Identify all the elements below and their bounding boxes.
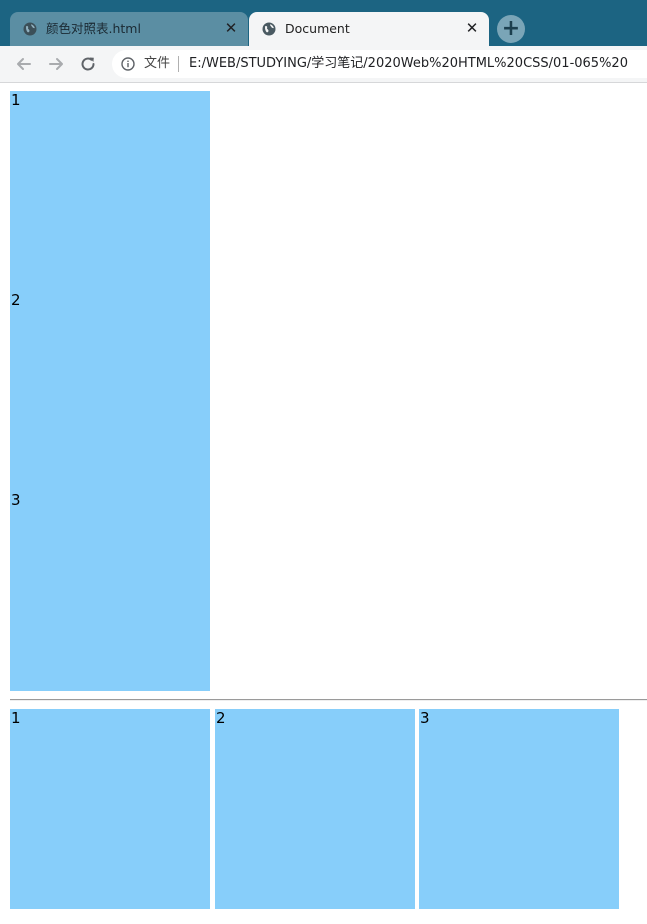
horizontal-box-3: 3 [419,709,619,909]
address-bar[interactable]: 文件 E:/WEB/STUDYING/学习笔记/2020Web%20HTML%2… [112,50,647,78]
tab-document[interactable]: Document ✕ [249,12,489,46]
vertical-box-2: 2 [10,291,210,491]
globe-icon [262,22,276,36]
tab-strip: 颜色对照表.html ✕ Document ✕ + [0,0,647,46]
horizontal-box-2: 2 [215,709,415,909]
tab-color-table[interactable]: 颜色对照表.html ✕ [10,12,248,46]
horizontal-rule [10,699,647,701]
horizontal-box-group: 1 2 3 [10,709,620,909]
url-text[interactable]: E:/WEB/STUDYING/学习笔记/2020Web%20HTML%20CS… [189,56,628,72]
vertical-box-3: 3 [10,491,210,691]
forward-arrow-icon[interactable] [45,53,67,75]
toolbar: 文件 E:/WEB/STUDYING/学习笔记/2020Web%20HTML%2… [0,46,647,83]
back-arrow-icon[interactable] [13,53,35,75]
security-label: 文件 [144,56,171,71]
vertical-box-group: 1 2 3 [10,91,210,691]
omnibox-divider [178,56,179,72]
vertical-box-1: 1 [10,91,210,291]
new-tab-button[interactable]: + [497,15,525,43]
info-icon[interactable] [121,57,135,71]
horizontal-box-1: 1 [10,709,210,909]
reload-icon[interactable] [77,53,99,75]
browser-window: 颜色对照表.html ✕ Document ✕ + 文件 E:/WEB/STUD… [0,0,647,924]
close-tab-icon[interactable]: ✕ [224,21,238,36]
tab-title: Document [285,21,350,36]
tab-title: 颜色对照表.html [46,21,141,36]
page-content: 1 2 3 1 2 3 [0,83,647,924]
globe-icon [23,22,37,36]
close-tab-icon[interactable]: ✕ [465,21,479,36]
